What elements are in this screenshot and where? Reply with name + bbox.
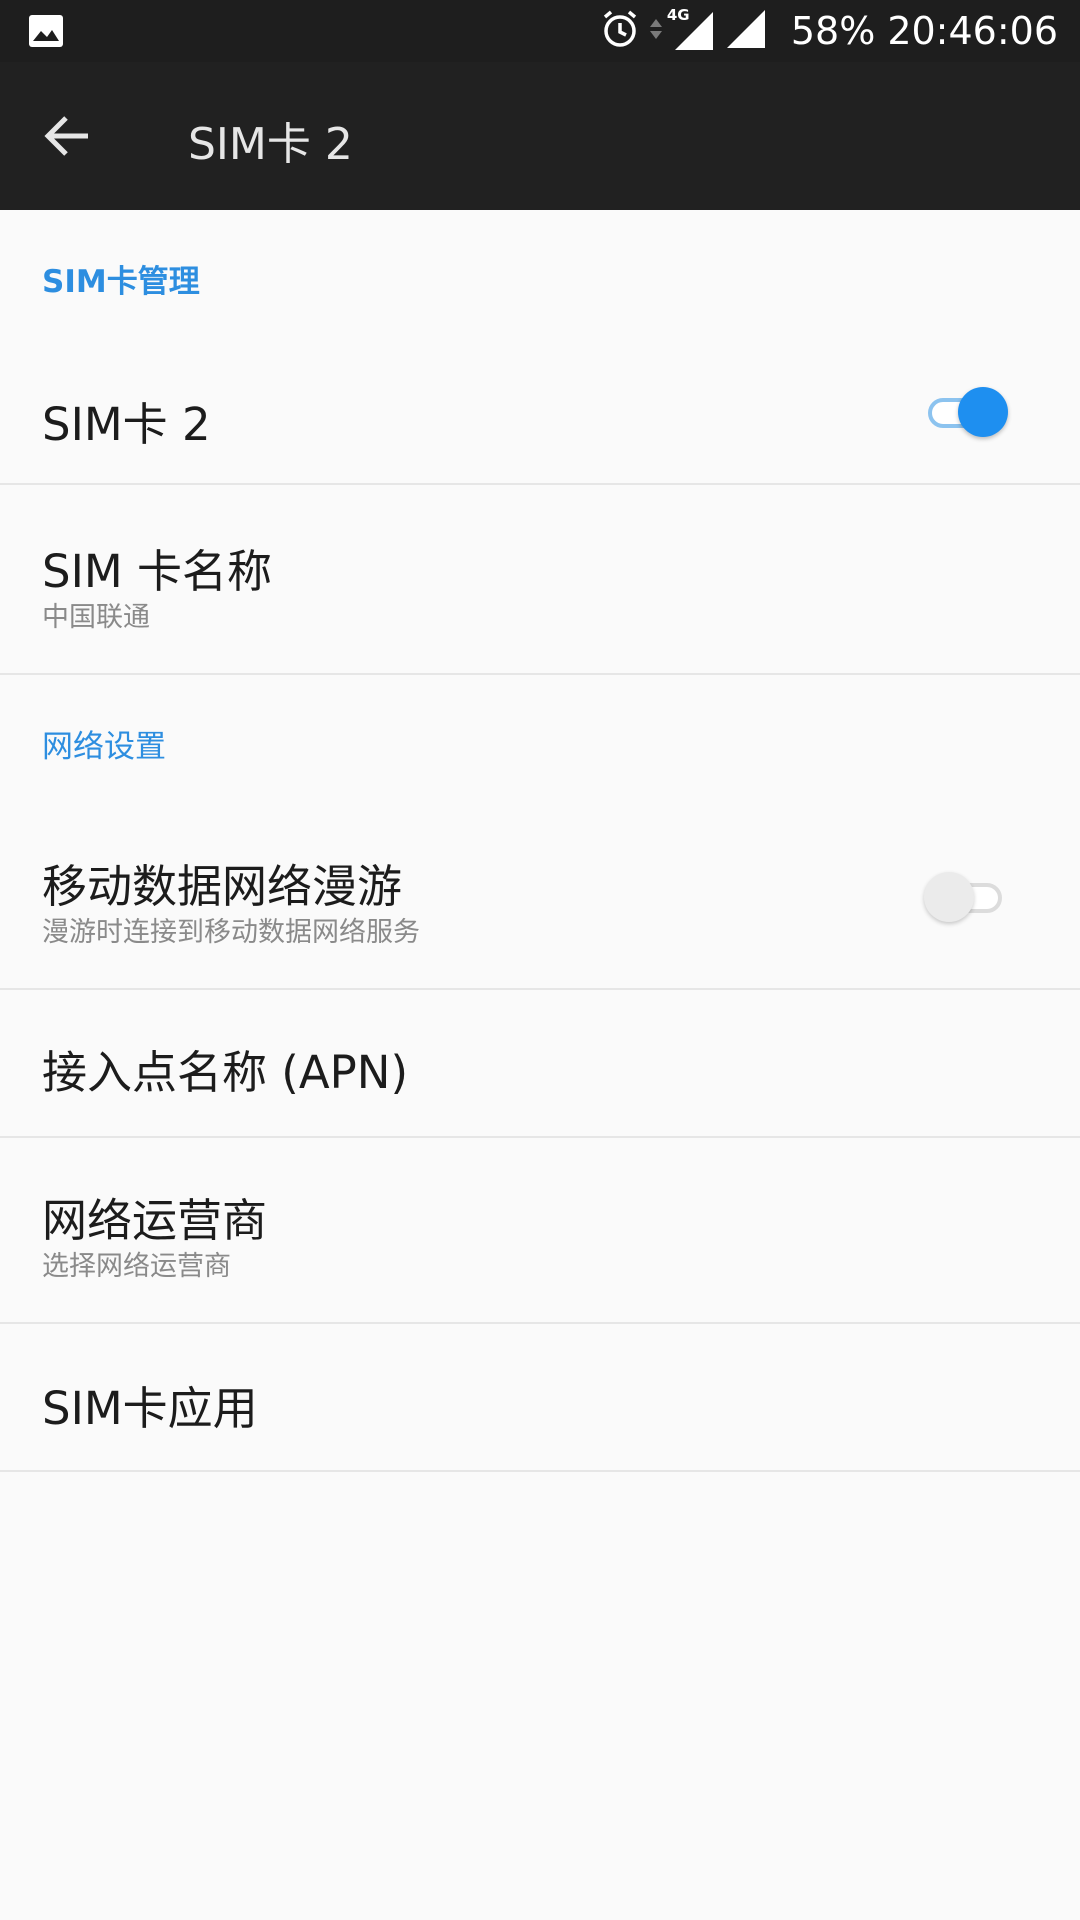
alarm-icon: [599, 8, 641, 54]
pref-title: SIM 卡名称: [42, 545, 272, 598]
section-header-network-settings: 网络设置: [0, 675, 1080, 805]
toolbar: SIM卡 2: [0, 62, 1080, 210]
pref-summary: 漫游时连接到移动数据网络服务: [42, 917, 420, 948]
switch-thumb: [924, 872, 974, 922]
pref-title: 接入点名称 (APN): [42, 1046, 408, 1099]
pref-summary: 中国联通: [42, 602, 150, 633]
pref-title: 网络运营商: [42, 1194, 268, 1247]
settings-list: SIM卡管理 SIM卡 2 SIM 卡名称 中国联通 网络设置 移动数据网络漫游…: [0, 210, 1080, 1472]
section-title: 网络设置: [42, 729, 166, 765]
battery-level: 58%: [790, 9, 876, 53]
roaming-switch[interactable]: [924, 867, 1008, 923]
clock: 20:46:06: [887, 9, 1058, 53]
pref-summary: 选择网络运营商: [42, 1251, 231, 1282]
signal-icon: 4G: [667, 6, 717, 54]
status-bar: 4G 58% 20:46:06: [0, 0, 1080, 62]
sim-switch[interactable]: [924, 382, 1008, 438]
back-button[interactable]: [40, 108, 96, 164]
data-arrows-icon: [649, 9, 663, 53]
pref-network-operator[interactable]: 网络运营商 选择网络运营商: [0, 1138, 1080, 1324]
pref-title: SIM卡应用: [42, 1382, 258, 1435]
section-title: SIM卡管理: [42, 264, 200, 300]
pref-sim-toggle[interactable]: SIM卡 2: [0, 340, 1080, 485]
pref-apn[interactable]: 接入点名称 (APN): [0, 990, 1080, 1138]
pref-title: SIM卡 2: [42, 398, 211, 451]
pref-title: 移动数据网络漫游: [42, 860, 403, 913]
signal-icon: [725, 8, 767, 54]
arrow-left-icon: [44, 116, 88, 156]
pref-sim-apps[interactable]: SIM卡应用: [0, 1324, 1080, 1472]
pref-sim-name[interactable]: SIM 卡名称 中国联通: [0, 485, 1080, 675]
status-icons: 4G 58% 20:46:06: [599, 0, 1058, 62]
section-header-sim-management: SIM卡管理: [0, 210, 1080, 340]
gallery-icon: [28, 14, 64, 52]
switch-thumb: [958, 387, 1008, 437]
page-title: SIM卡 2: [188, 119, 353, 170]
pref-data-roaming[interactable]: 移动数据网络漫游 漫游时连接到移动数据网络服务: [0, 805, 1080, 990]
